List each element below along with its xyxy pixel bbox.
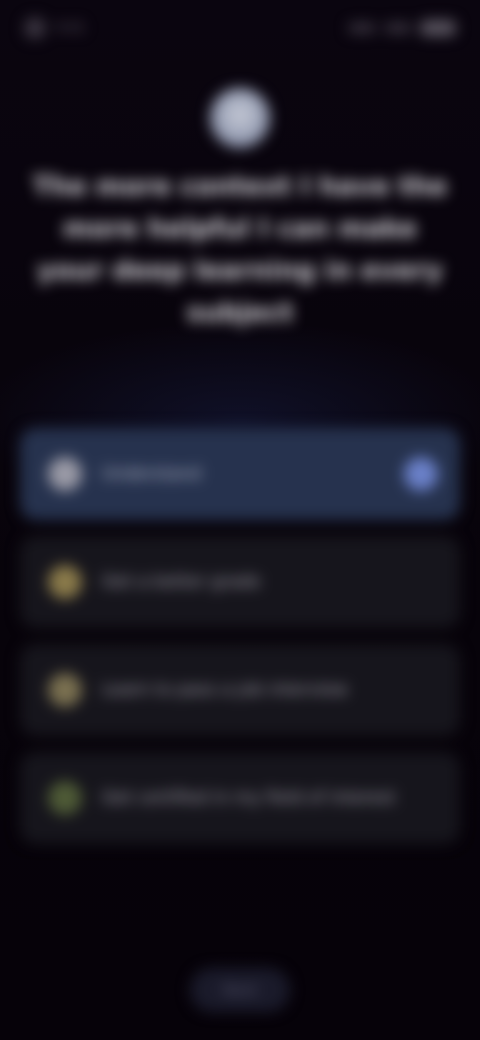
check-icon (404, 457, 438, 491)
next-button[interactable]: Next (190, 968, 290, 1012)
option-item-3[interactable]: Get certified in my field of interest (20, 752, 460, 844)
status-left: 9:41 (24, 17, 85, 39)
option-item-2[interactable]: Learn to pass a job interview (20, 644, 460, 736)
option-label: Get certified in my field of interest (102, 788, 396, 808)
status-time: 9:41 (56, 20, 86, 36)
status-right (348, 20, 456, 36)
star-icon (48, 565, 82, 599)
bulb-icon (48, 673, 82, 707)
blurred-content: 9:41 The more context I have the more he… (0, 0, 480, 1040)
headline: The more context I have the more helpful… (32, 172, 448, 328)
circle-icon (48, 457, 82, 491)
option-label: Understand (102, 464, 201, 484)
onboarding-screen: 9:41 The more context I have the more he… (0, 0, 480, 1040)
battery-icon (420, 20, 456, 36)
status-indicator-icon (24, 17, 46, 39)
status-bar: 9:41 (24, 14, 456, 42)
app-logo-icon (210, 88, 270, 148)
wifi-icon (384, 23, 412, 33)
leaf-icon (48, 781, 82, 815)
signal-icon (348, 23, 376, 33)
option-item-1[interactable]: Get a better grade (20, 536, 460, 628)
option-label: Get a better grade (102, 572, 261, 592)
options-list: Understand Get a better grade Learn to p… (20, 428, 460, 860)
option-label: Learn to pass a job interview (102, 680, 348, 700)
option-item-0[interactable]: Understand (20, 428, 460, 520)
